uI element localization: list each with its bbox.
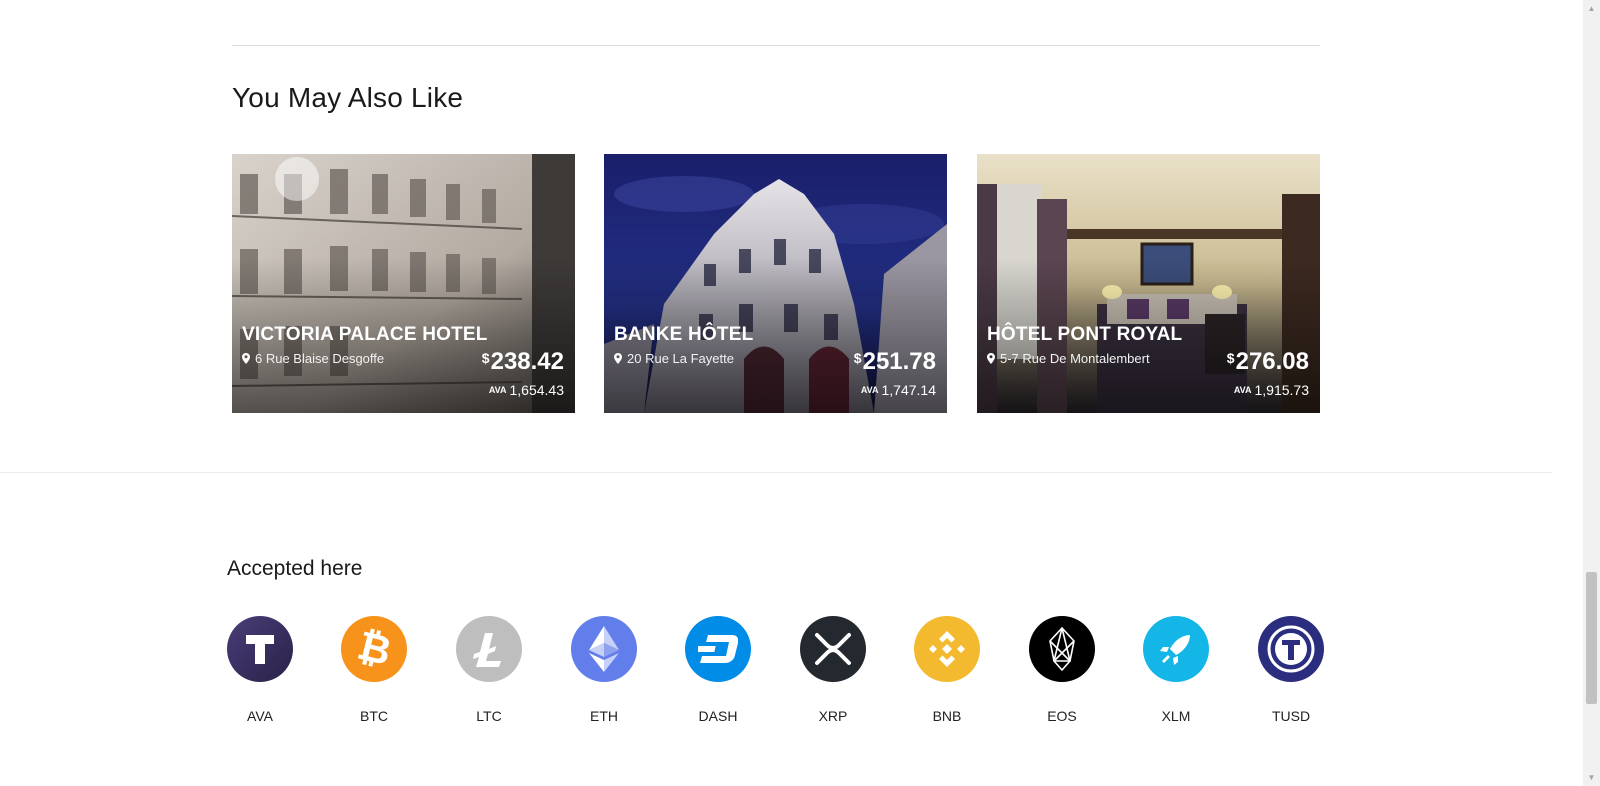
hotel-card-list: VICTORIA PALACE HOTEL 6 Rue Blaise Desgo… xyxy=(232,154,1320,413)
hotel-address-text: 5-7 Rue De Montalembert xyxy=(1000,351,1150,366)
ava-label: AVA xyxy=(860,385,879,395)
trueusd-icon xyxy=(1258,616,1324,682)
accepted-currency-list: AVA ₿ BTC LTC ETH DASH XRP BNB EOS XLM T… xyxy=(0,616,1552,736)
binance-icon xyxy=(914,616,980,682)
ava-value: 1,747.14 xyxy=(881,382,937,398)
section-divider xyxy=(232,45,1320,46)
coin-symbol: EOS xyxy=(1047,708,1077,724)
hotel-ava-price: AVA 1,915.73 xyxy=(1234,382,1309,398)
coin-dash[interactable]: DASH xyxy=(673,616,763,724)
hotel-price: $251.78 xyxy=(854,348,936,376)
coin-symbol: XRP xyxy=(818,708,848,724)
hotel-address: 20 Rue La Fayette xyxy=(614,351,734,366)
coin-ava[interactable]: AVA xyxy=(215,616,305,724)
currency-symbol: $ xyxy=(853,350,862,366)
eos-icon xyxy=(1029,616,1095,682)
hotel-address-text: 20 Rue La Fayette xyxy=(627,351,734,366)
ava-coin-icon xyxy=(227,616,293,682)
currency-symbol: $ xyxy=(481,350,490,366)
hotel-card[interactable]: VICTORIA PALACE HOTEL 6 Rue Blaise Desgo… xyxy=(232,154,575,413)
hotel-name: BANKE HÔTEL xyxy=(614,324,754,345)
ava-value: 1,654.43 xyxy=(509,382,565,398)
ava-label: AVA xyxy=(488,385,507,395)
litecoin-icon xyxy=(456,616,522,682)
coin-xrp[interactable]: XRP xyxy=(788,616,878,724)
scroll-down-arrow-icon[interactable]: ▼ xyxy=(1583,769,1600,786)
map-pin-icon xyxy=(242,353,250,364)
section-title: You May Also Like xyxy=(232,82,464,113)
coin-symbol: TUSD xyxy=(1271,708,1311,724)
coin-tusd[interactable]: TUSD xyxy=(1246,616,1336,724)
ava-label: AVA xyxy=(1233,385,1252,395)
hotel-price: $238.42 xyxy=(482,348,564,376)
coin-symbol: BNB xyxy=(932,708,962,724)
hotel-name: VICTORIA PALACE HOTEL xyxy=(242,324,488,345)
coin-xlm[interactable]: XLM xyxy=(1131,616,1221,724)
scrollbar-thumb[interactable] xyxy=(1586,572,1597,704)
currency-symbol: $ xyxy=(1226,350,1235,366)
hotel-address-text: 6 Rue Blaise Desgoffe xyxy=(255,351,385,366)
coin-symbol: DASH xyxy=(698,708,738,724)
coin-ltc[interactable]: LTC xyxy=(444,616,534,724)
hotel-card[interactable]: HÔTEL PONT ROYAL 5-7 Rue De Montalembert… xyxy=(977,154,1320,413)
price-value: 238.42 xyxy=(490,348,564,375)
scroll-up-arrow-icon[interactable]: ▲ xyxy=(1583,0,1600,17)
ava-value: 1,915.73 xyxy=(1254,382,1310,398)
coin-symbol: ETH xyxy=(590,708,618,724)
xrp-icon xyxy=(800,616,866,682)
dash-icon xyxy=(685,616,751,682)
hotel-price: $276.08 xyxy=(1227,348,1309,376)
coin-symbol: XLM xyxy=(1161,708,1191,724)
bitcoin-icon: ₿ xyxy=(341,616,407,682)
section-divider xyxy=(0,472,1552,473)
price-value: 251.78 xyxy=(862,348,936,375)
stellar-rocket-icon xyxy=(1143,616,1209,682)
hotel-ava-price: AVA 1,654.43 xyxy=(489,382,564,398)
coin-bnb[interactable]: BNB xyxy=(902,616,992,724)
accepted-title: Accepted here xyxy=(227,557,363,580)
hotel-address: 6 Rue Blaise Desgoffe xyxy=(242,351,384,366)
map-pin-icon xyxy=(614,353,622,364)
ethereum-icon xyxy=(571,616,637,682)
hotel-ava-price: AVA 1,747.14 xyxy=(861,382,936,398)
coin-eos[interactable]: EOS xyxy=(1017,616,1107,724)
page-scrollbar[interactable]: ▲ ▼ xyxy=(1583,0,1600,786)
coin-btc[interactable]: ₿ BTC xyxy=(329,616,419,724)
hotel-name: HÔTEL PONT ROYAL xyxy=(987,324,1183,345)
hotel-card[interactable]: BANKE HÔTEL 20 Rue La Fayette $251.78 AV… xyxy=(604,154,947,413)
price-value: 276.08 xyxy=(1235,348,1309,375)
coin-symbol: LTC xyxy=(476,708,502,724)
coin-symbol: AVA xyxy=(247,708,273,724)
hotel-address: 5-7 Rue De Montalembert xyxy=(987,351,1150,366)
coin-symbol: BTC xyxy=(360,708,388,724)
map-pin-icon xyxy=(987,353,995,364)
coin-eth[interactable]: ETH xyxy=(559,616,649,724)
